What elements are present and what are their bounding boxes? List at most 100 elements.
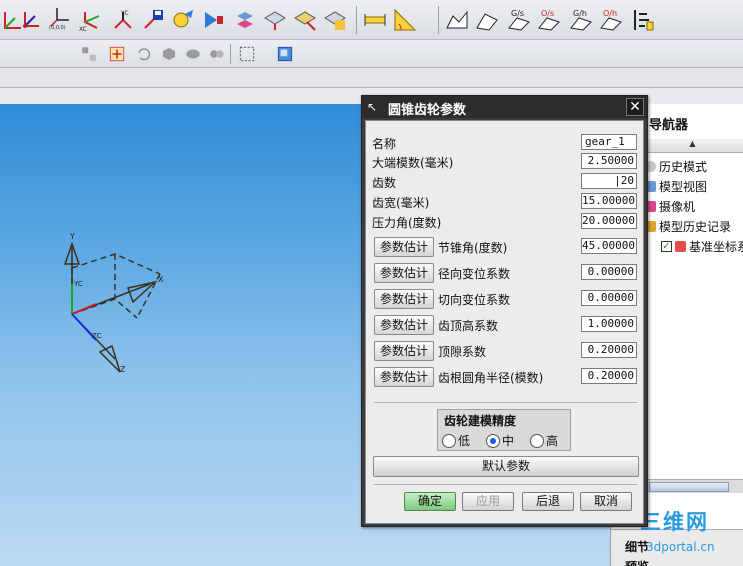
name-field[interactable]: gear_1 — [581, 134, 637, 150]
svg-text:O/s: O/s — [541, 9, 554, 18]
precision-low-radio[interactable]: 低 — [442, 432, 470, 449]
dialog-body: 名称 gear_1 大端模数(毫米) 2.50000 齿数 |20 齿宽(毫米)… — [365, 120, 644, 524]
clearance-field[interactable]: 0.20000 — [581, 342, 637, 358]
fillet-radius-field[interactable]: 0.20000 — [581, 368, 637, 384]
module-field[interactable]: 2.50000 — [581, 153, 637, 169]
radio-selected-icon[interactable] — [486, 433, 500, 448]
nav-item-datum-csys[interactable]: ✓ 基准坐标系 — [661, 238, 743, 255]
radial-shift-label: 径向变位系数 — [438, 267, 511, 281]
dialog-titlebar[interactable]: ↖ 圆锥齿轮参数 ✕ — [362, 96, 647, 118]
secondary-toolbar: ▼ — [0, 40, 743, 103]
pressure-angle-field[interactable]: 20.00000 — [581, 213, 637, 229]
navigator-column-header[interactable]: ▲ — [641, 139, 743, 153]
watermark-url: 3dportal.cn — [646, 540, 715, 554]
play-icon[interactable] — [200, 6, 226, 34]
checkbox-checked-icon[interactable]: ✓ — [661, 241, 672, 252]
undo-icon[interactable] — [130, 40, 156, 68]
save-wcs-icon[interactable] — [140, 6, 166, 34]
solid-icon[interactable] — [156, 40, 182, 68]
clearance-label: 顶隙系数 — [438, 345, 487, 359]
bottom-divider — [374, 484, 637, 485]
radio-icon[interactable] — [442, 433, 456, 448]
horizontal-scrollbar[interactable] — [647, 479, 743, 493]
svg-text:G/h: G/h — [573, 9, 587, 18]
precision-high-radio[interactable]: 高 — [530, 432, 558, 449]
body-icon[interactable] — [180, 40, 206, 68]
os-icon[interactable]: O/s — [536, 6, 562, 34]
feature-icon[interactable] — [262, 6, 288, 34]
svg-text:ZC: ZC — [92, 332, 102, 340]
cancel-button[interactable]: 取消 — [580, 492, 632, 511]
svg-text:Y: Y — [69, 232, 75, 241]
estimate-radial-shift-button[interactable]: 参数估计 — [374, 263, 434, 283]
nav-item-model-history[interactable]: 模型历史记录 — [645, 218, 731, 235]
name-label: 名称 — [372, 137, 397, 151]
tangential-shift-field[interactable]: 0.00000 — [581, 290, 637, 306]
group-icon[interactable] — [204, 40, 230, 68]
scrollbar-thumb[interactable] — [649, 482, 729, 492]
nav-item-model-views[interactable]: 模型视图 — [645, 178, 707, 195]
toolbar-strip — [0, 68, 743, 88]
nav-item-cameras[interactable]: 摄像机 — [645, 198, 695, 215]
estimate-tangential-shift-button[interactable]: 参数估计 — [374, 289, 434, 309]
svg-text:(0,0,0): (0,0,0) — [49, 25, 66, 30]
back-button[interactable]: 后退 — [522, 492, 574, 511]
default-params-button[interactable]: 默认参数 — [373, 456, 639, 477]
surface-blend-icon[interactable] — [474, 6, 500, 34]
estimate-pitch-angle-button[interactable]: 参数估计 — [374, 237, 434, 257]
svg-text:YC: YC — [73, 280, 83, 288]
gs-icon[interactable]: G/s — [506, 6, 532, 34]
nav-item-history-mode[interactable]: 历史模式 — [645, 158, 707, 175]
precision-title: 齿轮建模精度 — [444, 414, 517, 428]
addendum-field[interactable]: 1.00000 — [581, 316, 637, 332]
gh-icon[interactable]: G/h — [568, 6, 594, 34]
oh-icon[interactable]: O/h — [598, 6, 624, 34]
measure-icon[interactable] — [362, 6, 388, 34]
update-icon[interactable] — [322, 6, 348, 34]
svg-text:YC: YC — [120, 10, 129, 17]
csys-icon — [675, 241, 686, 252]
box-select-icon[interactable] — [234, 40, 260, 68]
addendum-label: 齿顶高系数 — [438, 319, 499, 333]
section-divider — [374, 402, 637, 403]
svg-text:O/h: O/h — [603, 9, 617, 18]
apply-button[interactable]: 应用 — [462, 492, 514, 511]
pin-icon[interactable]: ↖ — [367, 100, 381, 114]
wcs-yc-icon[interactable]: YC — [108, 6, 134, 34]
watermark-logo: 三维网 — [640, 510, 709, 534]
wcs-origin-point-icon[interactable]: (0,0,0) — [46, 4, 72, 32]
estimate-clearance-button[interactable]: 参数估计 — [374, 341, 434, 361]
dialog-title: 圆锥齿轮参数 — [388, 103, 467, 118]
face-width-field[interactable]: 15.00000 — [581, 193, 637, 209]
precision-group: 齿轮建模精度 低 中 高 — [437, 409, 571, 451]
svg-text:G/s: G/s — [511, 9, 524, 18]
radial-shift-field[interactable]: 0.00000 — [581, 264, 637, 280]
face-width-label: 齿宽(毫米) — [372, 196, 430, 210]
pitch-angle-label: 节锥角(度数) — [438, 241, 508, 255]
edit-feature-icon[interactable] — [292, 6, 318, 34]
radio-icon[interactable] — [530, 433, 544, 448]
select-point-icon[interactable] — [104, 40, 130, 68]
constraint-icon[interactable] — [232, 6, 258, 34]
teeth-field[interactable]: |20 — [581, 173, 637, 189]
teeth-label: 齿数 — [372, 176, 397, 190]
tangential-shift-label: 切向变位系数 — [438, 293, 511, 307]
wcs-origin-icon[interactable] — [18, 6, 44, 34]
settings-icon[interactable] — [630, 6, 656, 34]
svg-text:XC: XC — [79, 26, 87, 32]
snap-icon[interactable] — [76, 40, 102, 68]
view-cube-icon[interactable] — [272, 40, 298, 68]
angle-icon[interactable] — [392, 6, 418, 34]
module-label: 大端模数(毫米) — [372, 156, 454, 170]
close-button[interactable]: ✕ — [626, 98, 644, 116]
fillet-radius-label: 齿根圆角半径(模数) — [438, 371, 544, 385]
svg-text:Z: Z — [120, 365, 126, 374]
wcs-xc-icon[interactable]: XC — [78, 6, 104, 34]
pitch-angle-field[interactable]: 45.00000 — [581, 238, 637, 254]
estimate-addendum-button[interactable]: 参数估计 — [374, 315, 434, 335]
surface-icon[interactable] — [444, 6, 470, 34]
precision-medium-radio[interactable]: 中 — [486, 432, 514, 449]
estimate-fillet-radius-button[interactable]: 参数估计 — [374, 367, 434, 387]
ok-button[interactable]: 确定 — [404, 492, 456, 511]
sketch-icon[interactable] — [170, 6, 196, 34]
